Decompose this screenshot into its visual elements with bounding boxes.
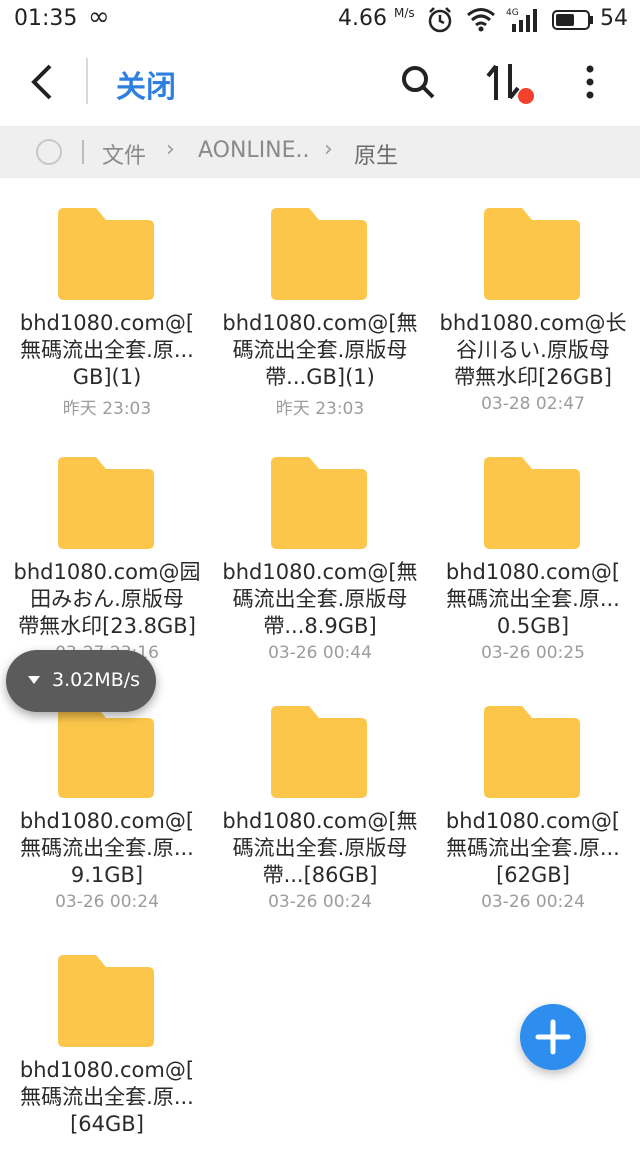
caret-down-icon <box>28 676 40 684</box>
folder-item[interactable]: bhd1080.com@长 谷川るい.原版母 帶無水印[26GB] 03-28 … <box>426 178 640 427</box>
folder-date: 03-26 00:44 <box>268 643 372 663</box>
folder-item[interactable]: bhd1080.com@[無 碼流出全套.原版母 帶...[86GB] 03-2… <box>213 676 427 925</box>
folder-item[interactable]: bhd1080.com@[ 無碼流出全套.原... [62GB] 03-26 0… <box>426 676 640 925</box>
folder-icon <box>271 457 367 549</box>
toolbar-divider <box>86 58 88 104</box>
folder-date: 03-26 00:24 <box>55 892 159 912</box>
folder-name: bhd1080.com@[ 無碼流出全套.原... [64GB] <box>19 1058 195 1136</box>
folder-icon <box>271 706 367 798</box>
folder-item[interactable]: bhd1080.com@[無 碼流出全套.原版母 帶...8.9GB] 03-2… <box>213 427 427 676</box>
search-icon[interactable] <box>398 62 438 102</box>
folder-name: bhd1080.com@[ 無碼流出全套.原... 0.5GB] <box>445 560 621 638</box>
back-arrow-icon[interactable] <box>24 60 64 104</box>
battery-icon <box>552 10 593 30</box>
folder-name: bhd1080.com@园 田みおん.原版母 帶無水印[23.8GB] <box>13 560 201 638</box>
status-network-speed: 4.66 M/s <box>338 6 415 31</box>
alarm-icon <box>428 7 452 33</box>
folder-item[interactable]: bhd1080.com@[ 無碼流出全套.原... GB](1) 昨天 23:0… <box>0 178 214 427</box>
download-speed-text: 3.02MB/s <box>52 669 141 691</box>
wifi-icon <box>467 8 495 32</box>
add-button[interactable] <box>520 1004 586 1070</box>
breadcrumb-divider <box>82 140 84 164</box>
folder-name: bhd1080.com@[ 無碼流出全套.原... [62GB] <box>445 809 621 887</box>
folder-icon <box>58 457 154 549</box>
folder-item[interactable]: bhd1080.com@[無 碼流出全套.原版母 帶...GB](1) 昨天 2… <box>213 178 427 427</box>
breadcrumb-item-aonline[interactable]: AONLINE.. <box>198 138 310 163</box>
folder-date: 03-26 00:24 <box>481 892 585 912</box>
status-bar: 01:35 ∞ 4.66 M/s 4G 54 <box>0 0 640 40</box>
folder-name: bhd1080.com@长 谷川るい.原版母 帶無水印[26GB] <box>439 311 627 389</box>
signal-icon: 4G <box>506 8 537 32</box>
folder-icon <box>484 706 580 798</box>
folder-icon <box>58 955 154 1047</box>
folder-item[interactable]: bhd1080.com@[ 無碼流出全套.原... 0.5GB] 03-26 0… <box>426 427 640 676</box>
close-button[interactable]: 关闭 <box>116 62 176 106</box>
folder-name: bhd1080.com@[無 碼流出全套.原版母 帶...GB](1) <box>222 311 418 389</box>
folder-icon <box>58 208 154 300</box>
folder-name: bhd1080.com@[ 無碼流出全套.原... GB](1) <box>19 311 195 389</box>
folder-date: 昨天 23:03 <box>275 399 365 419</box>
folder-icon <box>58 706 154 798</box>
breadcrumb-item-current[interactable]: 原生 <box>354 138 398 170</box>
folder-item[interactable]: bhd1080.com@园 田みおん.原版母 帶無水印[23.8GB] 03-2… <box>0 427 214 676</box>
notification-dot <box>518 88 534 104</box>
battery-percent: 54 <box>600 6 628 31</box>
select-all-circle-icon[interactable] <box>36 139 62 165</box>
folder-item[interactable]: bhd1080.com@[ 無碼流出全套.原... 9.1GB] 03-26 0… <box>0 676 214 925</box>
toolbar: 关闭 <box>0 40 640 126</box>
chevron-right-icon: › <box>166 137 175 162</box>
folder-name: bhd1080.com@[無 碼流出全套.原版母 帶...[86GB] <box>222 809 418 887</box>
breadcrumb-item-files[interactable]: 文件 <box>102 138 146 170</box>
folder-date: 03-26 00:25 <box>481 643 585 663</box>
more-options-icon[interactable] <box>578 62 602 102</box>
chevron-right-icon: › <box>324 137 333 162</box>
folder-name: bhd1080.com@[無 碼流出全套.原版母 帶...8.9GB] <box>222 560 418 638</box>
breadcrumb: 文件 › AONLINE.. › 原生 <box>0 126 640 178</box>
folder-icon <box>484 457 580 549</box>
infinity-icon: ∞ <box>88 2 110 32</box>
svg-text:4G: 4G <box>506 8 519 18</box>
status-time: 01:35 <box>14 6 78 31</box>
folder-date: 昨天 23:03 <box>62 399 152 419</box>
plus-icon <box>535 1019 571 1055</box>
folder-icon <box>271 208 367 300</box>
folder-icon <box>484 208 580 300</box>
folder-name: bhd1080.com@[ 無碼流出全套.原... 9.1GB] <box>19 809 195 887</box>
folder-date: 03-28 02:47 <box>481 394 585 414</box>
download-speed-indicator[interactable]: 3.02MB/s <box>6 650 156 712</box>
folder-date: 03-26 00:24 <box>268 892 372 912</box>
